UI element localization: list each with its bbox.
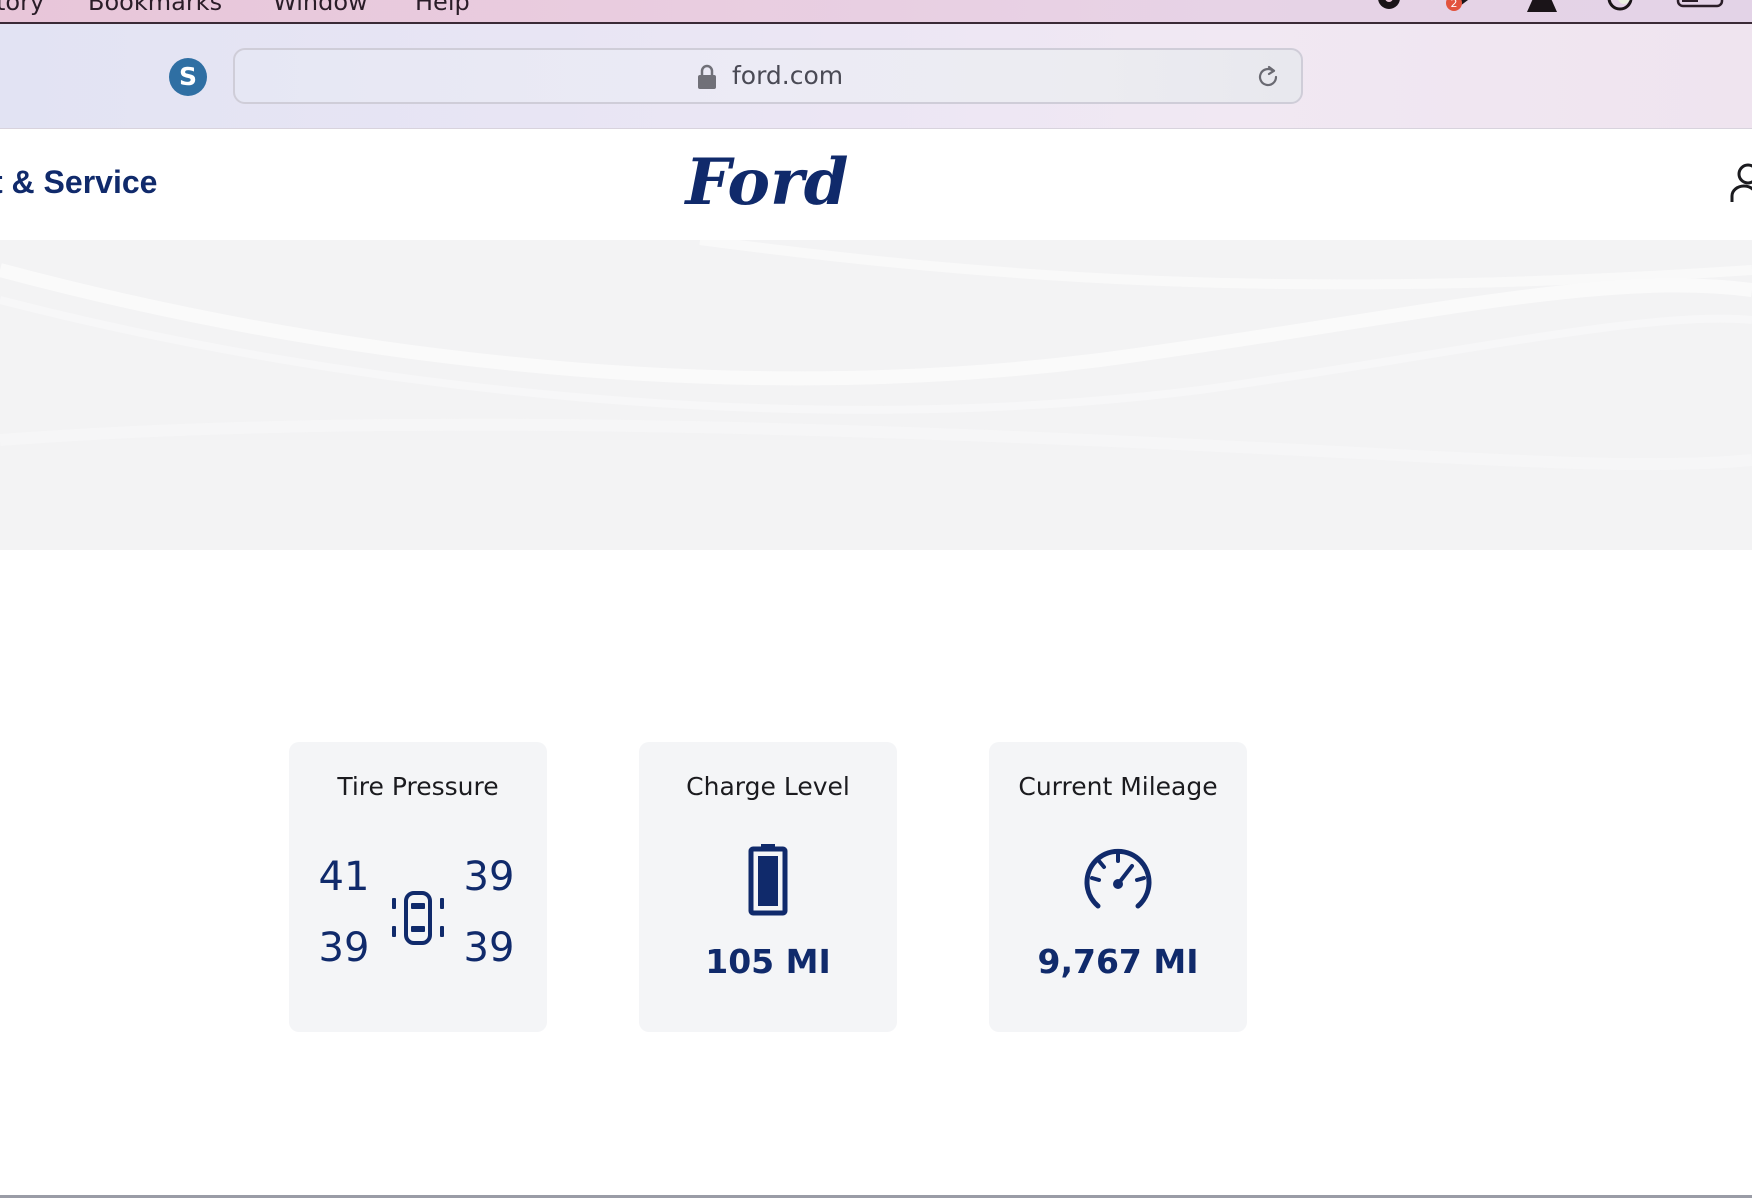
url-text: ford.com	[732, 61, 844, 90]
browser-toolbar: S ford.com	[0, 24, 1752, 129]
lock-icon	[698, 64, 716, 89]
vpn-status-icon[interactable]	[1607, 0, 1633, 12]
extension-button[interactable]: S	[169, 58, 207, 96]
user-status-icon[interactable]	[1525, 0, 1559, 12]
notification-badge: 2	[1451, 0, 1458, 10]
current-mileage-card[interactable]: Current Mileage 9,767 MI	[989, 742, 1247, 1032]
tire-rear-right-value: 39	[463, 925, 515, 971]
menu-window[interactable]: Window	[273, 0, 368, 16]
tire-rear-left-value: 39	[318, 925, 370, 971]
reload-icon[interactable]	[1255, 64, 1281, 90]
card-title: Charge Level	[686, 772, 850, 801]
notification-status-icon[interactable]: 2	[1440, 0, 1480, 12]
battery-icon	[748, 844, 788, 916]
site-header: t & Service Ford	[0, 130, 1752, 240]
tire-front-left-value: 41	[318, 854, 370, 900]
card-title: Current Mileage	[1018, 772, 1218, 801]
charge-range-value: 105 MI	[705, 942, 831, 981]
record-status-icon[interactable]	[1376, 0, 1402, 12]
card-title: Tire Pressure	[337, 772, 499, 801]
address-bar[interactable]: ford.com	[233, 48, 1303, 104]
vehicle-top-view-icon	[392, 891, 444, 945]
hero-wave-graphic	[0, 240, 1752, 471]
menu-help[interactable]: Help	[415, 0, 470, 16]
battery-status-icon[interactable]	[1676, 0, 1730, 12]
mileage-value: 9,767 MI	[1037, 942, 1199, 981]
hero-banner	[0, 240, 1752, 550]
logo-text: Ford	[683, 146, 848, 216]
tire-front-right-value: 39	[463, 854, 515, 900]
menu-history[interactable]: tory	[0, 0, 44, 16]
menu-bookmarks[interactable]: Bookmarks	[88, 0, 222, 16]
system-menu-bar: tory Bookmarks Window Help 2	[0, 0, 1752, 24]
charge-level-card[interactable]: Charge Level 105 MI	[639, 742, 897, 1032]
ford-logo[interactable]: Ford	[682, 146, 852, 216]
nav-link-account-service[interactable]: t & Service	[0, 164, 157, 201]
speedometer-icon	[1084, 848, 1152, 909]
account-icon[interactable]	[1728, 162, 1752, 206]
tire-pressure-card[interactable]: Tire Pressure 41 39 39 39	[289, 742, 547, 1032]
